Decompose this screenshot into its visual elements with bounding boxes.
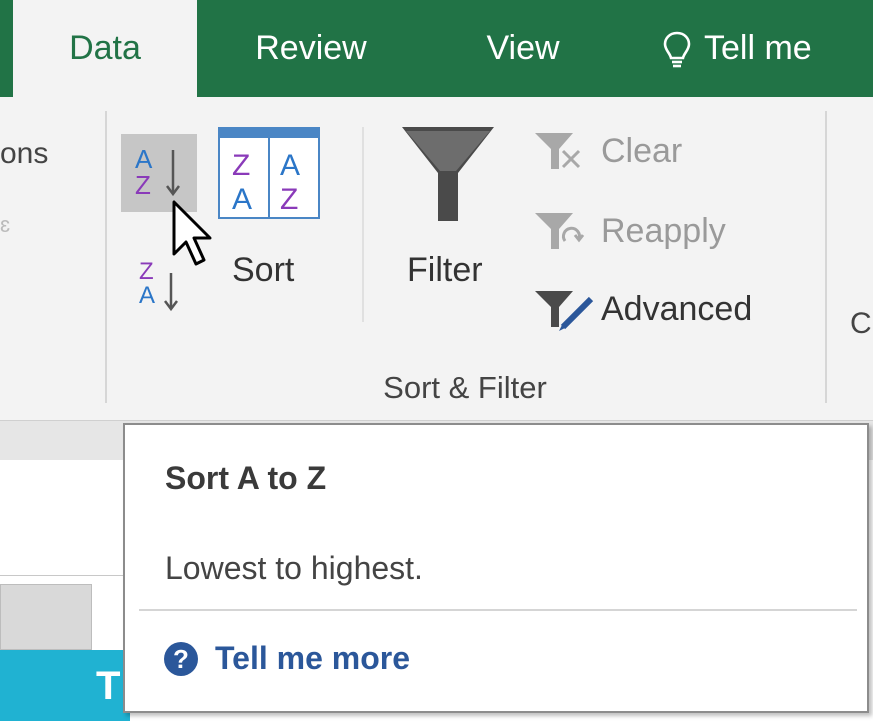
cutoff-next-group: C [850, 307, 872, 340]
group-divider-right [825, 111, 827, 403]
row-divider [0, 575, 130, 576]
tooltip-separator [139, 609, 857, 611]
group-divider [105, 111, 107, 403]
clear-filter-icon [535, 133, 581, 169]
sort-a-to-z-icon: A Z [135, 144, 180, 200]
sort-desc-bottom-letter: A [139, 282, 155, 309]
sheet-cell[interactable] [0, 584, 92, 650]
reapply-label: Reapply [601, 211, 726, 250]
advanced-filter-icon [535, 291, 594, 331]
mouse-pointer-icon [172, 200, 212, 266]
inner-divider [362, 127, 364, 322]
svg-text:?: ? [173, 644, 189, 674]
clear-filter-button[interactable]: Clear [533, 129, 682, 173]
ribbon: ons ɛ A Z Z A Z A A Z Sort Filter Clear … [0, 97, 873, 420]
svg-text:A: A [280, 149, 300, 182]
teal-cell-text: T [96, 664, 121, 708]
tooltip-description: Lowest to highest. [165, 550, 423, 586]
sort-asc-bottom-letter: Z [135, 170, 151, 200]
tell-me-label: Tell me [704, 29, 812, 67]
sort-filter-group-label: Sort & Filter [383, 370, 547, 405]
lightbulb-icon [663, 31, 691, 67]
sort-desc-top-letter: Z [139, 258, 154, 285]
tell-me-more-link[interactable]: ? Tell me more [163, 640, 410, 677]
tell-me-more-label: Tell me more [215, 640, 411, 676]
funnel-icon [402, 127, 494, 221]
advanced-filter-button[interactable]: Advanced [533, 287, 752, 331]
cutoff-group-label: ons [0, 137, 49, 170]
clear-label: Clear [601, 131, 683, 170]
svg-text:Z: Z [280, 183, 298, 216]
sort-dialog-icon: Z A A Z [218, 127, 320, 219]
question-circle-icon: ? [164, 641, 198, 676]
tab-view[interactable]: View [468, 0, 578, 97]
sort-tooltip: Sort A to Z Lowest to highest. ? Tell me… [123, 423, 869, 713]
tab-review-label: Review [255, 29, 367, 67]
tab-view-label: View [486, 29, 560, 67]
advanced-label: Advanced [601, 289, 753, 328]
sort-label: Sort [232, 251, 295, 289]
tab-review[interactable]: Review [236, 0, 386, 97]
reapply-button[interactable]: Reapply [533, 209, 726, 253]
ribbon-tab-bar: Data Review View Tell me [0, 0, 873, 97]
tab-data[interactable]: Data [13, 0, 197, 97]
cutoff-fragment: ɛ [0, 212, 11, 237]
tab-data-label: Data [69, 29, 141, 67]
reapply-icon [535, 213, 585, 249]
svg-text:A: A [232, 183, 252, 216]
svg-text:Z: Z [232, 149, 250, 182]
tooltip-title: Sort A to Z [165, 460, 327, 496]
filter-label: Filter [407, 251, 483, 289]
tell-me-search[interactable]: Tell me [662, 0, 873, 97]
